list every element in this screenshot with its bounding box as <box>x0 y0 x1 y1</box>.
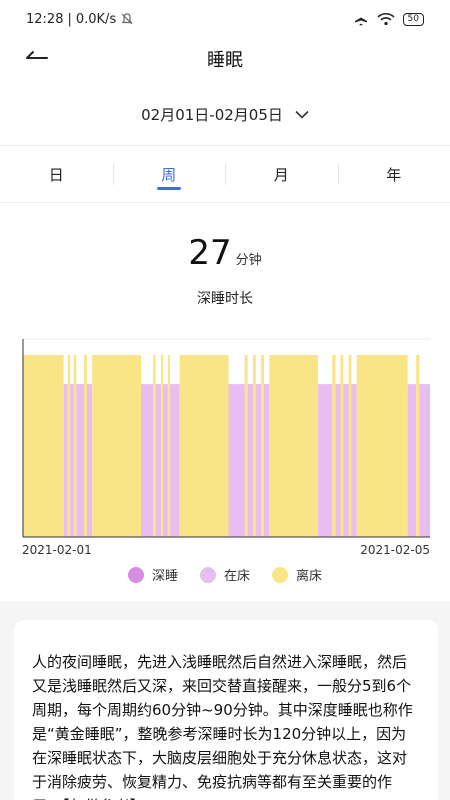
chart-bar-segment <box>73 355 77 537</box>
tab-week[interactable]: 周 <box>112 146 226 202</box>
chart-bar-segment <box>332 355 336 537</box>
chart-bar-segment <box>179 355 229 537</box>
chart-bar-segment <box>167 355 170 537</box>
legend-item-out-of-bed: 离床 <box>272 565 322 584</box>
legend-label: 在床 <box>223 569 250 584</box>
chart-legend: 深睡 在床 离床 <box>0 565 450 584</box>
chart-bar-segment <box>340 355 344 537</box>
info-card: 人的夜间睡眠，先进入浅睡眠然后自然进入深睡眠，然后又是浅睡眠然后又深，来回交替直… <box>14 620 438 800</box>
chart-bar-segment <box>247 384 253 537</box>
deep-sleep-label: 深睡时长 <box>197 291 253 307</box>
header: 睡眠 <box>0 38 450 83</box>
tab-day[interactable]: 日 <box>0 146 113 202</box>
network-speed: 0.0K/s <box>75 11 117 27</box>
chart-bar-segment <box>67 355 71 537</box>
date-range-selector[interactable]: 02月01日-02月05日 <box>0 83 450 145</box>
legend-swatch <box>272 566 288 583</box>
chart-bar-segment <box>244 355 248 537</box>
status-right: 50 <box>353 11 424 27</box>
status-separator: | <box>67 11 72 27</box>
status-left: 12:28 | 0.0K/s <box>26 12 134 27</box>
legend-label: 深睡 <box>151 569 178 584</box>
info-text: 人的夜间睡眠，先进入浅睡眠然后自然进入深睡眠，然后又是浅睡眠然后又深，来回交替直… <box>32 653 413 800</box>
x-end-label: 2021-02-05 <box>360 543 430 557</box>
chart-bar-segment <box>153 355 156 537</box>
chart-bar-segment <box>63 384 68 537</box>
chart-bar-segment <box>84 355 87 537</box>
sleep-chart: 2021-02-01 2021-02-05 <box>0 327 450 567</box>
chart-bar-segment <box>416 355 420 537</box>
tab-month[interactable]: 月 <box>225 146 338 202</box>
legend-swatch <box>127 566 144 583</box>
summary-panel: 27 分钟 深睡时长 2021-02-01 2021-02-05 深睡 在床 离床 <box>0 203 450 601</box>
legend-label: 离床 <box>296 569 323 584</box>
chart-bar-segment <box>419 384 430 537</box>
chart-bar-segment <box>228 384 245 537</box>
status-bar: 12:28 | 0.0K/s 50 <box>0 0 450 38</box>
chart-bar-segment <box>343 384 349 537</box>
chart-bar-segment <box>163 384 168 537</box>
chevron-down-icon <box>295 110 309 119</box>
chart-bar-segment <box>86 384 93 537</box>
sleep-chart-svg <box>22 338 430 538</box>
chart-bar-segment <box>76 384 85 537</box>
battery-icon: 50 <box>402 12 424 26</box>
status-time: 12:28 <box>26 11 64 27</box>
tab-year[interactable]: 年 <box>337 146 450 202</box>
chart-bar-segment <box>70 384 74 537</box>
chart-bar-segment <box>335 384 341 537</box>
chart-bar-segment <box>356 355 408 537</box>
chart-bar-segment <box>169 384 180 537</box>
chart-bar-segment <box>160 355 164 537</box>
date-range-label: 02月01日-02月05日 <box>141 105 283 124</box>
deep-sleep-number: 27 <box>188 233 232 273</box>
legend-swatch <box>199 566 216 583</box>
page-title: 睡眠 <box>207 50 243 71</box>
airplane-icon <box>354 12 367 26</box>
chart-bar-segment <box>348 355 352 537</box>
chart-bar-segment <box>269 355 319 537</box>
deep-sleep-unit: 分钟 <box>235 253 262 268</box>
x-start-label: 2021-02-01 <box>22 543 92 557</box>
legend-item-in-bed: 在床 <box>199 565 250 584</box>
period-tabs: 日 周 月 年 <box>0 145 450 203</box>
mute-icon <box>121 13 133 25</box>
chart-bar-segment <box>252 355 256 537</box>
legend-item-deep-sleep: 深睡 <box>127 565 178 584</box>
chart-bar-segment <box>318 384 333 537</box>
chart-bar-segment <box>407 384 417 537</box>
chart-bar-segment <box>23 355 64 537</box>
chart-bar-segment <box>255 384 262 537</box>
chart-bar-segment <box>351 384 357 537</box>
chart-bar-segment <box>155 384 161 537</box>
chart-bar-segment <box>261 355 264 537</box>
wifi-icon <box>376 13 395 26</box>
chart-bar-segment <box>92 355 142 537</box>
chart-bar-segment <box>263 384 270 537</box>
deep-sleep-value: 27 分钟 <box>0 233 450 273</box>
chart-bar-segment <box>141 384 154 537</box>
